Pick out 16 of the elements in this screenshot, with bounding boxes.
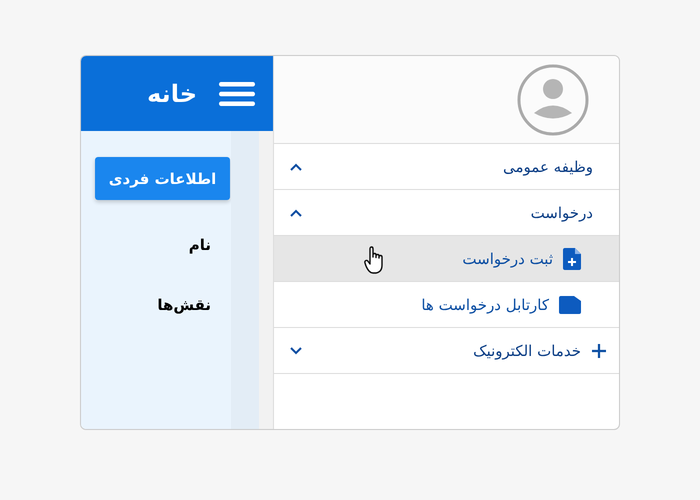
home-title: خانه [147, 80, 197, 108]
menu-item[interactable]: کارتابل درخواست ها [274, 282, 619, 328]
menu-icon[interactable] [219, 82, 255, 106]
menu-group[interactable]: وظیفه عمومی [274, 144, 619, 190]
caret-icon [290, 346, 302, 354]
personal-info-button[interactable]: اطلاعات فردی [95, 157, 230, 200]
plus-icon [591, 342, 607, 358]
avatar-icon [517, 64, 589, 136]
caret-icon [290, 208, 302, 216]
caret-icon [290, 162, 302, 170]
folder-icon [559, 296, 581, 314]
menu-item[interactable]: ثبت درخواست [274, 236, 619, 282]
field-label: نقش‌ها [157, 296, 211, 314]
menu-group[interactable]: خدمات الکترونیک [274, 328, 619, 374]
file-plus-icon [563, 248, 581, 270]
field-label: نام [188, 236, 211, 254]
